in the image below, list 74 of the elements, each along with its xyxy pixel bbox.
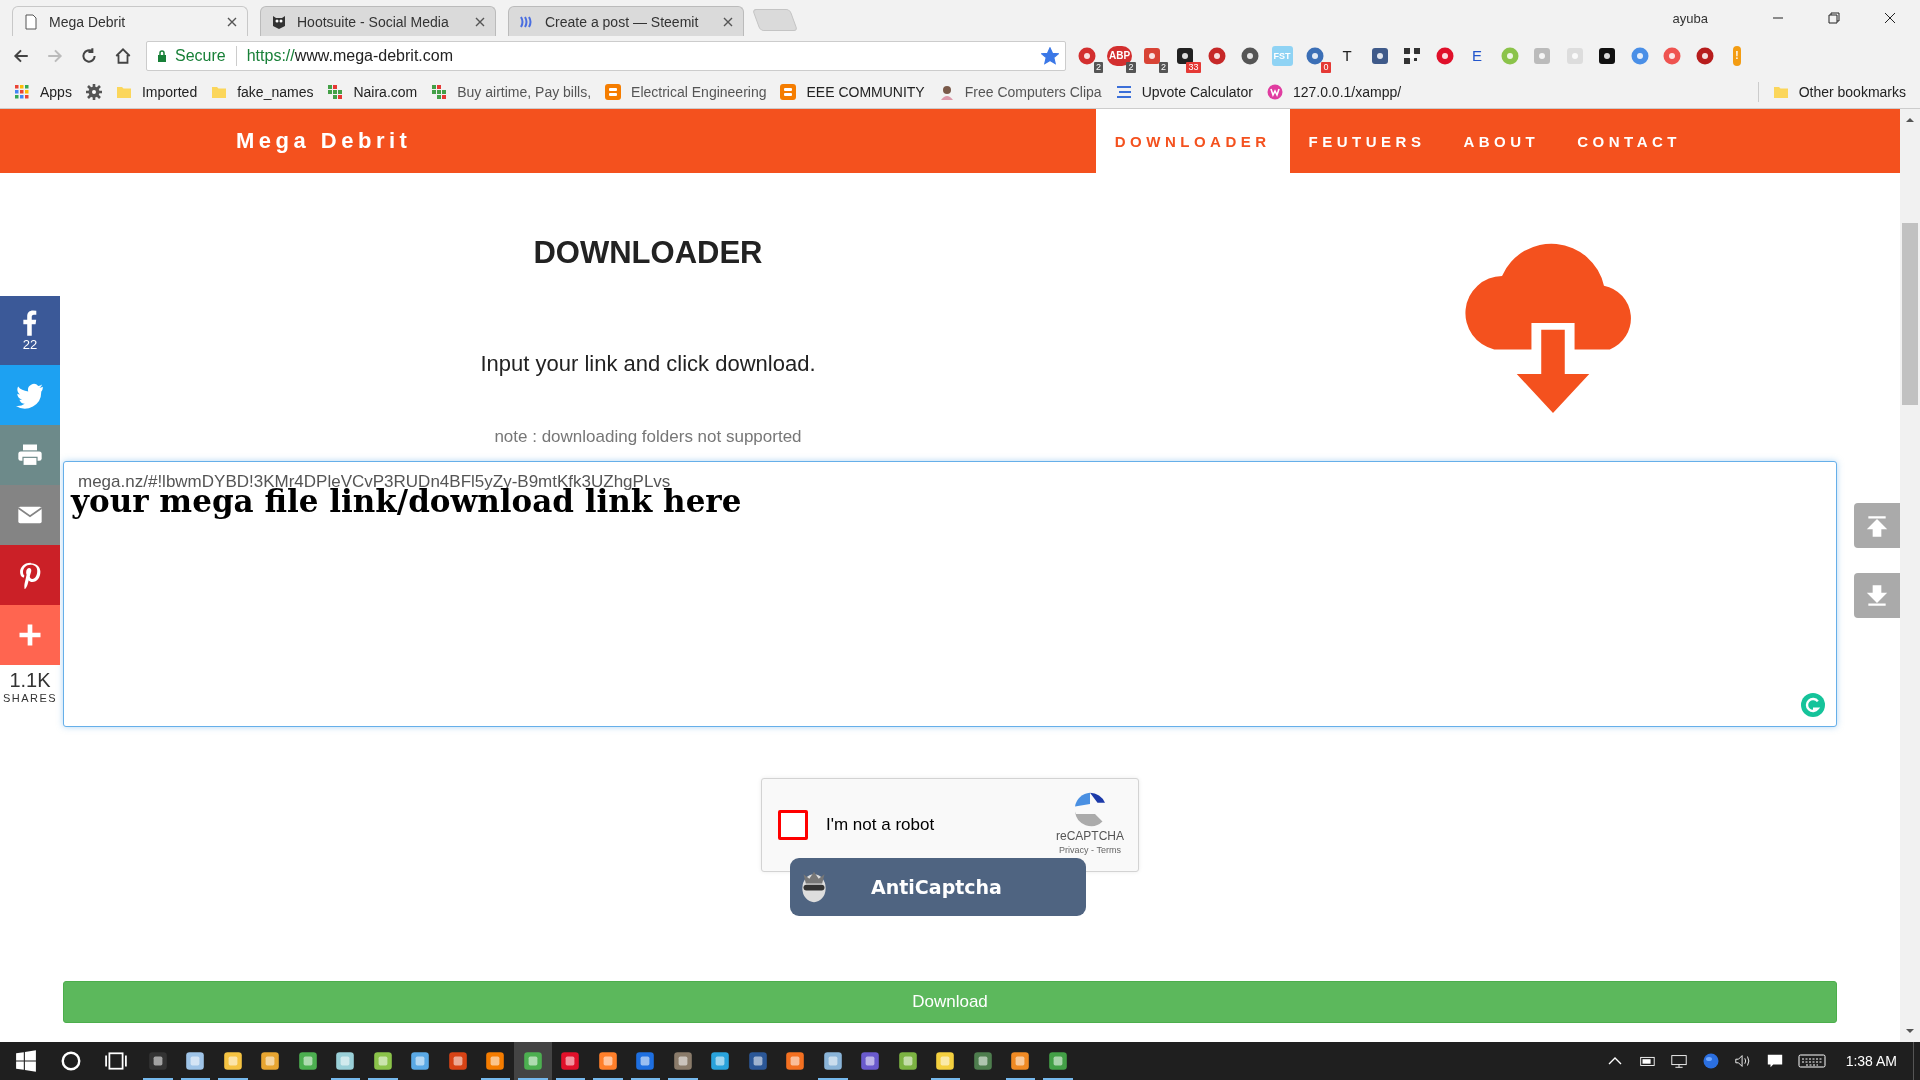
captcha-links[interactable]: Privacy - Terms (1059, 845, 1121, 855)
facebook-share-button[interactable]: 22 (0, 296, 60, 365)
grid-icon[interactable] (431, 84, 448, 100)
count-badge: 2 (1159, 62, 1168, 73)
scrollbar-thumb[interactable] (1902, 223, 1918, 405)
taskbar-clock[interactable]: 1:38 AM (1845, 1053, 1897, 1069)
scroll-down-icon[interactable] (1905, 1028, 1915, 1034)
tab-title: Create a post — Steemit (545, 13, 700, 30)
globe-icon[interactable] (1701, 1053, 1720, 1069)
text-cursor-icon[interactable]: E (1470, 46, 1484, 66)
bookmark-link[interactable]: Electrical Engineering (631, 84, 767, 100)
share-total: 1.1K (9, 669, 51, 692)
share-count: 22 (22, 337, 38, 352)
secure-label: Secure (175, 47, 226, 65)
qr-code-icon[interactable] (1402, 46, 1422, 66)
bookmark-link[interactable]: Imported (141, 84, 198, 100)
reload-icon[interactable] (80, 47, 98, 65)
keyboard-icon[interactable] (1797, 1053, 1826, 1069)
address-bar[interactable]: Secure https://www.mega-debrit.com (146, 41, 1066, 71)
restore-icon[interactable] (1828, 12, 1840, 24)
pinterest-share-button[interactable] (0, 545, 60, 605)
instruction-text: Input your link and click download. (480, 351, 816, 377)
scrollbar[interactable] (1900, 109, 1920, 1042)
speaker-icon[interactable] (1733, 1053, 1752, 1069)
bookmark-link[interactable]: Free Computers Clipa (964, 84, 1102, 100)
taskbar-app[interactable] (514, 1042, 552, 1080)
bookmark-link[interactable]: Upvote Calculator (1141, 84, 1253, 100)
share-total-label: SHARES (2, 692, 58, 704)
browser-tab[interactable]: Mega Debrit (12, 6, 248, 36)
close-icon[interactable] (1884, 12, 1896, 24)
close-icon[interactable] (227, 16, 237, 27)
scroll-up-icon[interactable] (1905, 117, 1915, 123)
profile-name[interactable]: ayuba (1672, 10, 1708, 26)
back-icon[interactable] (12, 47, 30, 65)
network-icon[interactable] (1669, 1053, 1688, 1069)
count-badge: 2 (1094, 62, 1103, 73)
print-share-button[interactable] (0, 425, 60, 485)
bookmark-link[interactable]: Naira.com (353, 84, 418, 100)
browser-tab[interactable]: Hootsuite - Social Media (260, 6, 496, 36)
note-text: note : downloading folders not supported (494, 427, 802, 447)
count-badge: 0 (1321, 62, 1331, 73)
star-icon[interactable] (1041, 47, 1059, 65)
email-share-button[interactable] (0, 485, 60, 545)
plus-share-button[interactable] (0, 605, 60, 665)
anticaptcha-button[interactable]: AntiCaptcha (789, 858, 1086, 916)
avatar-icon[interactable] (938, 84, 955, 100)
bookmark-link[interactable]: Other bookmarks (1798, 84, 1906, 100)
tab-title: Hootsuite - Social Media (297, 13, 450, 30)
bookmark-link[interactable]: Apps (40, 84, 72, 100)
grid-icon[interactable] (327, 84, 344, 100)
browser-tab[interactable]: Create a post — Steemit (508, 6, 744, 36)
tab-title: Mega Debrit (49, 13, 127, 30)
url-text: https://www.mega-debrit.com (246, 47, 454, 65)
letter-icon[interactable]: T (1340, 46, 1354, 66)
notification-icon[interactable] (1765, 1053, 1784, 1069)
twitter-share-button[interactable] (0, 365, 60, 425)
count-badge: 2 (1126, 62, 1136, 73)
bookmark-link[interactable]: fake_names (237, 84, 314, 100)
bookmark-link[interactable]: 127.0.0.1/xampp/ (1292, 84, 1402, 100)
count-badge: 33 (1186, 62, 1201, 73)
apps-grid-icon[interactable] (14, 84, 30, 100)
bookmark-link[interactable]: Buy airtime, Pay bills, (457, 84, 592, 100)
blog-icon[interactable] (605, 84, 622, 100)
grammar-check-icon[interactable] (1801, 693, 1825, 717)
captcha-checkbox[interactable] (778, 810, 808, 840)
captcha-brand: reCAPTCHA (1056, 829, 1124, 843)
blog-icon[interactable] (780, 84, 797, 100)
bird-icon (16, 381, 44, 409)
captcha-label: I'm not a robot (826, 815, 935, 835)
bookmark-link[interactable]: EEE COMMUNITY (806, 84, 925, 100)
home-icon[interactable] (114, 47, 132, 65)
page-heading: DOWNLOADER (533, 235, 763, 271)
lines-icon[interactable] (1115, 84, 1132, 100)
gear-icon[interactable] (85, 84, 102, 100)
